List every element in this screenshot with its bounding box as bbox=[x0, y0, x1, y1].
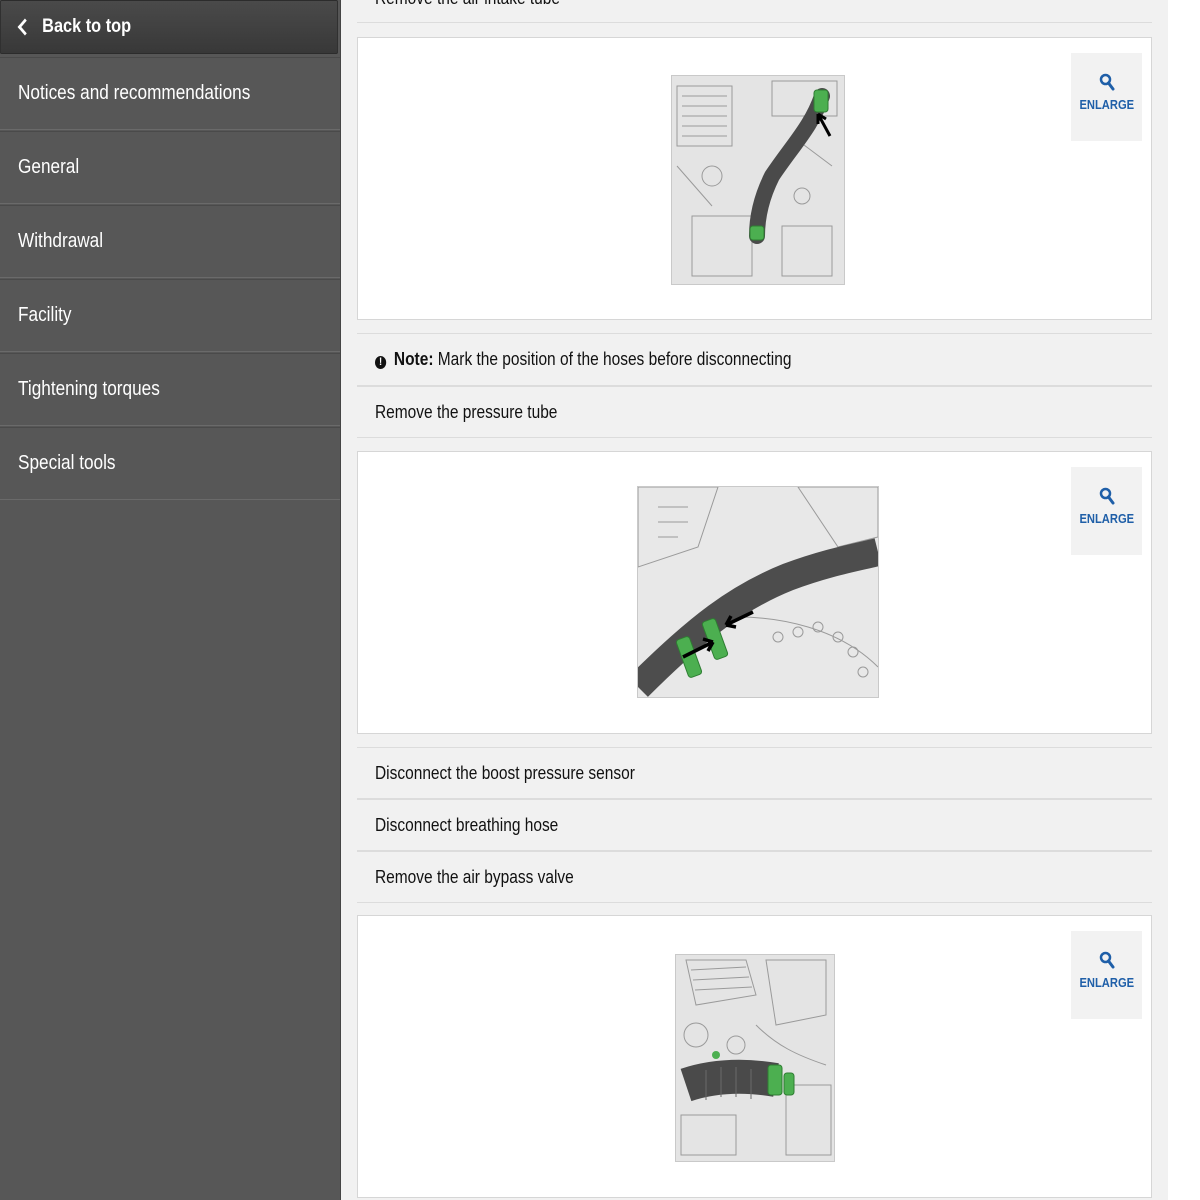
note-row: ! Note: Mark the position of the hoses bef… bbox=[357, 333, 1152, 386]
back-to-top-button[interactable]: Back to top bbox=[0, 0, 338, 54]
engine-illustration bbox=[672, 76, 844, 284]
right-margin bbox=[1168, 0, 1200, 1200]
magnifier-icon bbox=[1099, 73, 1114, 91]
sidebar-item-label: Notices and recommendations bbox=[18, 82, 251, 104]
sidebar-item-notices[interactable]: Notices and recommendations bbox=[0, 57, 340, 130]
magnifier-icon bbox=[1099, 487, 1114, 505]
magnifier-icon bbox=[1099, 951, 1114, 969]
note-text: Mark the position of the hoses before di… bbox=[437, 349, 792, 369]
step-text: Remove the air bypass valve bbox=[375, 866, 574, 887]
illustration-card: ENLARGE bbox=[357, 37, 1152, 320]
sidebar-item-label: Facility bbox=[18, 304, 72, 326]
chevron-left-icon bbox=[17, 18, 33, 36]
pressure-tube-illustration bbox=[638, 487, 878, 697]
illustration-card: ENLARGE bbox=[357, 915, 1152, 1198]
step-row-boost-sensor: Disconnect the boost pressure sensor bbox=[357, 747, 1152, 799]
sidebar: Back to top Notices and recommendations … bbox=[0, 0, 341, 1200]
sidebar-item-withdrawal[interactable]: Withdrawal bbox=[0, 205, 340, 278]
step-row-air-intake-tube: Remove the air intake tube bbox=[357, 0, 1152, 23]
illustration-card: ENLARGE bbox=[357, 451, 1152, 734]
enlarge-label: ENLARGE bbox=[1079, 511, 1134, 526]
enlarge-button[interactable]: ENLARGE bbox=[1071, 931, 1142, 1019]
enlarge-label: ENLARGE bbox=[1079, 975, 1134, 990]
sidebar-item-general[interactable]: General bbox=[0, 131, 340, 204]
step-text: Disconnect the boost pressure sensor bbox=[375, 762, 635, 783]
illustration-image[interactable] bbox=[637, 486, 879, 698]
step-row-bypass-valve: Remove the air bypass valve bbox=[357, 851, 1152, 903]
sidebar-item-label: Special tools bbox=[18, 452, 116, 474]
enlarge-label: ENLARGE bbox=[1079, 97, 1134, 112]
back-to-top-label: Back to top bbox=[42, 16, 132, 37]
illustration-image[interactable] bbox=[671, 75, 845, 285]
step-text: Remove the air intake tube bbox=[375, 0, 560, 9]
main-content: Remove the air intake tube bbox=[357, 0, 1152, 1200]
note-label: Note: bbox=[393, 349, 434, 369]
illustration-image[interactable] bbox=[675, 954, 835, 1162]
sidebar-item-tightening-torques[interactable]: Tightening torques bbox=[0, 353, 340, 426]
enlarge-button[interactable]: ENLARGE bbox=[1071, 467, 1142, 555]
sidebar-item-special-tools[interactable]: Special tools bbox=[0, 427, 340, 500]
enlarge-button[interactable]: ENLARGE bbox=[1071, 53, 1142, 141]
sidebar-item-facility[interactable]: Facility bbox=[0, 279, 340, 352]
bypass-valve-illustration bbox=[676, 955, 834, 1161]
sidebar-item-label: Withdrawal bbox=[18, 230, 104, 252]
sidebar-item-label: General bbox=[18, 156, 80, 178]
step-text: Remove the pressure tube bbox=[375, 401, 558, 422]
exclamation-icon: ! bbox=[375, 356, 387, 369]
step-text: Disconnect breathing hose bbox=[375, 814, 559, 835]
step-row-pressure-tube: Remove the pressure tube bbox=[357, 386, 1152, 438]
step-row-breathing-hose: Disconnect breathing hose bbox=[357, 799, 1152, 851]
sidebar-item-label: Tightening torques bbox=[18, 378, 160, 400]
